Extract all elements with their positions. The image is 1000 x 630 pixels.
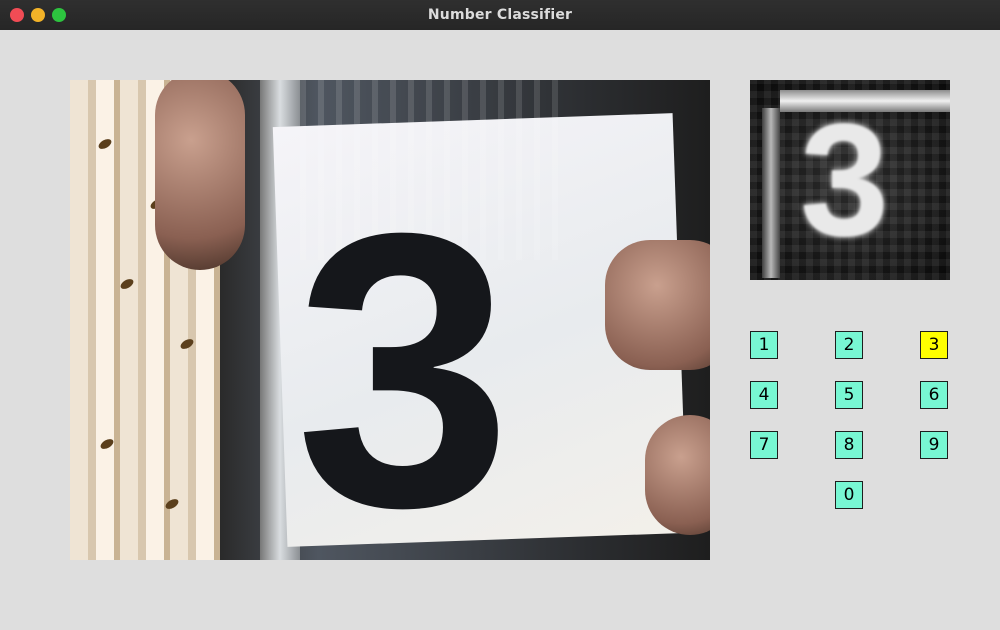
close-icon[interactable] <box>10 8 24 22</box>
maximize-icon[interactable] <box>52 8 66 22</box>
processed-digit: 3 <box>800 90 889 269</box>
finger <box>645 415 710 535</box>
digit-key-6[interactable]: 6 <box>920 381 948 409</box>
finger <box>605 240 710 370</box>
digit-key-3[interactable]: 3 <box>920 331 948 359</box>
app-window: Number Classifier 3 3 1 2 3 4 5 6 7 8 9 … <box>0 0 1000 630</box>
digit-key-4[interactable]: 4 <box>750 381 778 409</box>
digit-key-2[interactable]: 2 <box>835 331 863 359</box>
digit-key-9[interactable]: 9 <box>920 431 948 459</box>
window-title: Number Classifier <box>427 7 573 23</box>
edge-artifact <box>762 108 780 278</box>
digit-key-0[interactable]: 0 <box>835 481 863 509</box>
finger <box>155 80 245 270</box>
digit-key-5[interactable]: 5 <box>835 381 863 409</box>
digit-key-8[interactable]: 8 <box>835 431 863 459</box>
processed-digit-preview: 3 <box>750 80 950 280</box>
window-controls <box>10 8 66 22</box>
camera-feed: 3 <box>70 80 710 560</box>
minimize-icon[interactable] <box>31 8 45 22</box>
digit-key-7[interactable]: 7 <box>750 431 778 459</box>
camera-digit: 3 <box>295 152 512 560</box>
digit-key-1[interactable]: 1 <box>750 331 778 359</box>
title-bar: Number Classifier <box>0 0 1000 30</box>
